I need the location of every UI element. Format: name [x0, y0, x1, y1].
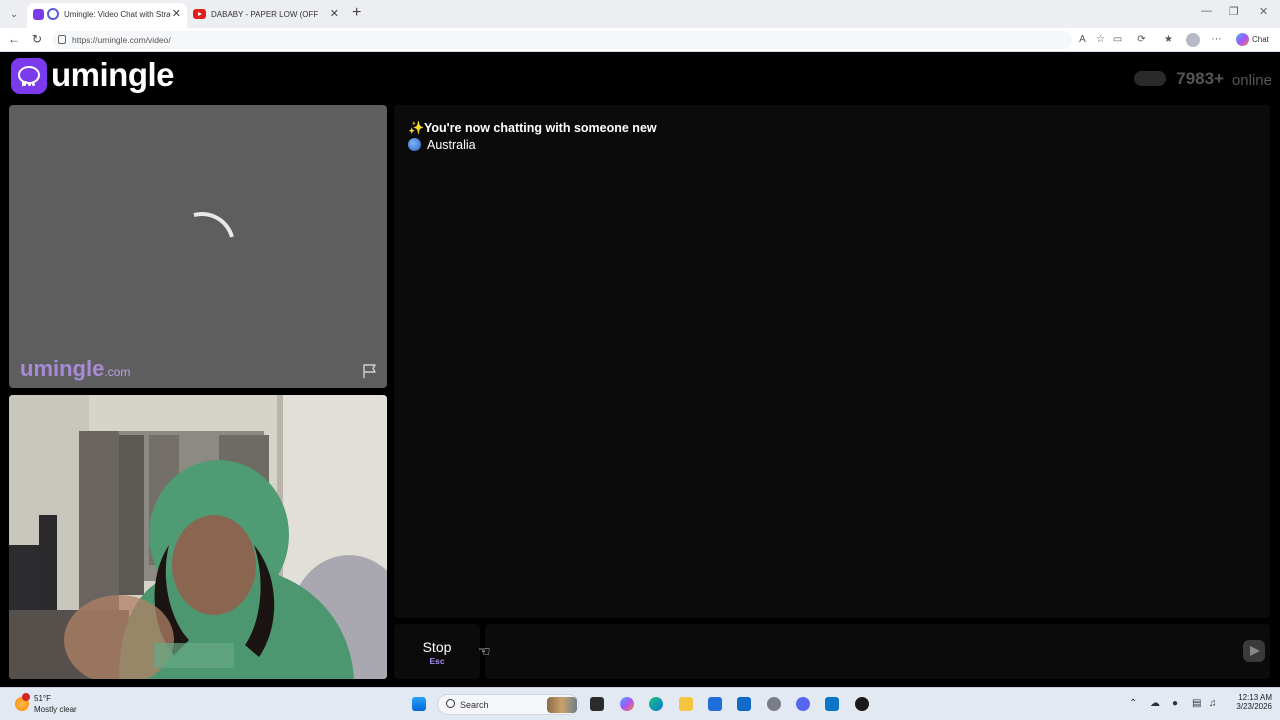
- onedrive-icon[interactable]: ☁: [1150, 698, 1160, 709]
- umingle-favicon-icon: [47, 8, 59, 20]
- clock-time: 12:13 AM: [1238, 693, 1272, 702]
- sparkle-icon: ✨: [408, 120, 425, 135]
- tab-title: Umingle: Video Chat with Stra: [64, 10, 170, 19]
- globe-icon: [408, 138, 421, 151]
- favorite-star-icon[interactable]: ☆: [1095, 34, 1106, 45]
- site-info-icon[interactable]: [58, 35, 66, 44]
- show-hidden-icons-icon[interactable]: ⌃: [1129, 698, 1137, 709]
- address-bar: ← ↻ https://umingle.com/video/ A ☆ ▭ ⟳ ★…: [0, 28, 1280, 52]
- stop-shortcut-hint: Esc: [429, 656, 445, 666]
- close-window-icon[interactable]: ✕: [1259, 5, 1268, 18]
- app-icon[interactable]: [855, 697, 869, 711]
- video-watermark: umingle.com: [20, 356, 130, 382]
- send-button[interactable]: [1243, 640, 1265, 662]
- back-icon[interactable]: ←: [8, 32, 20, 46]
- windows-taskbar: 51°F Mostly clear Search ⌃ ☁ ● ▤ ♫ 12:13…: [0, 687, 1280, 720]
- system-message-text: You're now chatting with someone new: [424, 121, 657, 135]
- browser-tab-bar: ⌄ Umingle: Video Chat with Stra ✕ DABABY…: [0, 0, 1280, 28]
- online-count: 7983+: [1176, 69, 1224, 88]
- youtube-favicon-icon: [193, 9, 206, 19]
- stop-label: Stop: [422, 639, 452, 655]
- network-icon[interactable]: ▤: [1192, 698, 1201, 709]
- url-text: https://umingle.com/video/: [72, 35, 171, 45]
- close-tab-icon[interactable]: ✕: [330, 7, 339, 20]
- favorites-icon[interactable]: ★: [1163, 34, 1174, 45]
- search-label: Search: [460, 700, 489, 710]
- system-message: ✨You're now chatting with someone new: [408, 120, 657, 136]
- stranger-video: umingle.com: [9, 105, 387, 388]
- microsoft-store-icon[interactable]: [708, 697, 722, 711]
- weather-condition[interactable]: Mostly clear: [34, 705, 77, 714]
- self-video: [9, 395, 387, 679]
- copilot-chat-label[interactable]: Chat: [1252, 35, 1269, 44]
- copilot-app-icon[interactable]: [620, 697, 634, 711]
- read-aloud-icon[interactable]: A: [1077, 34, 1088, 45]
- microphone-icon[interactable]: ●: [1172, 698, 1178, 709]
- stop-button[interactable]: Stop Esc: [394, 624, 480, 679]
- chat-panel: ✨You're now chatting with someone new Au…: [394, 105, 1270, 618]
- mouse-cursor-icon: ☜: [478, 643, 491, 659]
- extensions-icon[interactable]: ⟳: [1136, 34, 1147, 45]
- clock-date: 3/23/2026: [1236, 702, 1272, 711]
- edge-browser-icon[interactable]: [649, 697, 663, 711]
- tab-umingle[interactable]: Umingle: Video Chat with Stra ✕: [27, 3, 187, 28]
- tab-youtube[interactable]: DABABY - PAPER LOW (OFFICIAL A ✕: [189, 3, 345, 28]
- more-menu-icon[interactable]: ⋯: [1211, 34, 1222, 45]
- country-text: Australia: [427, 138, 476, 152]
- umingle-logo-icon[interactable]: [11, 58, 47, 94]
- webcam-feed: [9, 395, 387, 679]
- watermark-suffix: .com: [104, 365, 131, 379]
- minimize-icon[interactable]: —: [1201, 5, 1212, 17]
- weather-temperature[interactable]: 51°F: [34, 694, 51, 703]
- watermark-text: umingle: [20, 356, 105, 381]
- tab-title: DABABY - PAPER LOW (OFFICIAL A: [211, 10, 319, 19]
- photos-app-icon[interactable]: [825, 697, 839, 711]
- url-field[interactable]: https://umingle.com/video/: [52, 31, 1072, 49]
- windows-start-icon[interactable]: [412, 697, 426, 711]
- tab-actions-icon[interactable]: ⌄: [6, 6, 22, 22]
- task-view-icon[interactable]: [590, 697, 604, 711]
- taskbar-search[interactable]: Search: [437, 694, 579, 715]
- volume-icon[interactable]: ♫: [1209, 698, 1217, 709]
- report-flag-icon[interactable]: [362, 363, 378, 379]
- workspace-icon: [33, 9, 44, 20]
- new-tab-icon[interactable]: +: [352, 4, 361, 22]
- copilot-icon[interactable]: [1236, 33, 1249, 46]
- search-highlight-image: [547, 697, 577, 713]
- file-explorer-icon[interactable]: [679, 697, 693, 711]
- loading-spinner-icon: [156, 199, 248, 291]
- message-input[interactable]: [485, 624, 1270, 679]
- online-label: online: [1231, 72, 1272, 89]
- profile-avatar[interactable]: [1186, 33, 1200, 47]
- umingle-page: umingle 7983+ online umingle.com ✨You're…: [4, 53, 1276, 686]
- search-icon: [446, 699, 455, 708]
- restore-icon[interactable]: ❐: [1229, 5, 1239, 18]
- refresh-icon[interactable]: ↻: [32, 32, 42, 46]
- discord-icon[interactable]: [796, 697, 810, 711]
- outlook-icon[interactable]: [737, 697, 751, 711]
- country-line: Australia: [408, 138, 476, 152]
- close-tab-icon[interactable]: ✕: [172, 7, 181, 20]
- weather-alert-badge: [22, 693, 30, 701]
- online-toggle[interactable]: [1134, 71, 1166, 86]
- split-screen-icon[interactable]: ▭: [1112, 34, 1123, 45]
- site-logo-text[interactable]: umingle: [51, 56, 175, 94]
- system-clock[interactable]: 12:13 AM 3/23/2026: [1226, 693, 1272, 711]
- settings-gear-icon[interactable]: [767, 697, 781, 711]
